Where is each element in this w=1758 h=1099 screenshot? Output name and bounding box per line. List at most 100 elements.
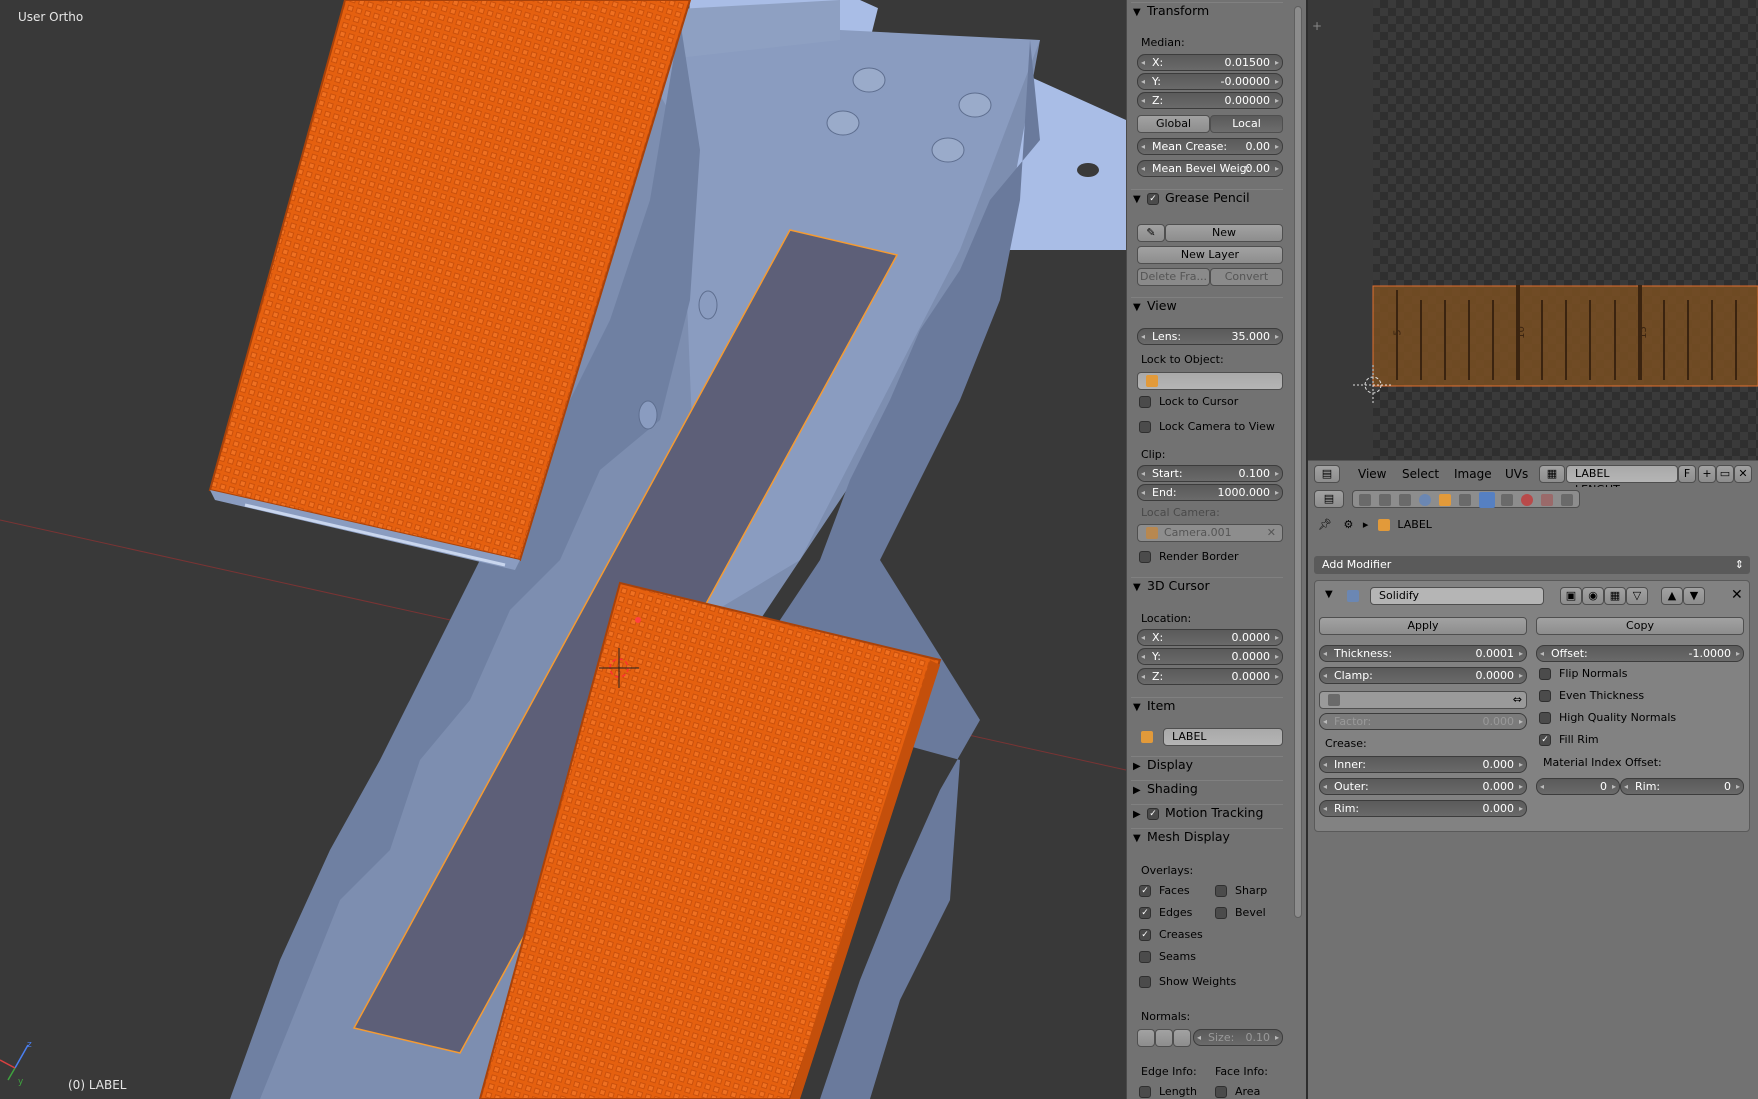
open-image-icon[interactable]: ▭ [1716, 465, 1734, 483]
delete-frame-button[interactable]: Delete Fra... [1137, 268, 1210, 286]
cursor3d-panel-header[interactable]: ▼ 3D Cursor [1131, 577, 1283, 597]
cursor-y-field[interactable]: Y:0.0000 [1137, 648, 1283, 665]
convert-button[interactable]: Convert [1210, 268, 1283, 286]
even-thickness-checkbox[interactable]: Even Thickness [1539, 689, 1644, 705]
viewport-toggle-icon[interactable]: ◉ [1582, 587, 1604, 605]
item-panel-header[interactable]: ▼ Item [1131, 697, 1283, 717]
global-toggle-button[interactable]: Global [1137, 115, 1210, 133]
particles-tab-icon[interactable] [1561, 494, 1573, 506]
fake-user-button[interactable]: F [1678, 465, 1696, 483]
vertex-normals-icon[interactable] [1137, 1029, 1155, 1047]
faces-checkbox[interactable]: ✓ Faces [1139, 884, 1190, 900]
copy-button[interactable]: Copy [1536, 617, 1744, 635]
mean-crease-field[interactable]: Mean Crease:0.00 [1137, 138, 1283, 155]
new-layer-button[interactable]: New Layer [1137, 246, 1283, 264]
apply-button[interactable]: Apply [1319, 617, 1527, 635]
cursor-x-field[interactable]: X:0.0000 [1137, 629, 1283, 646]
bevel-checkbox[interactable]: Bevel [1215, 906, 1266, 922]
editmode-toggle-icon[interactable]: ▦ [1604, 587, 1626, 605]
item-name-field[interactable]: LABEL [1163, 728, 1283, 746]
edges-checkbox[interactable]: ✓ Edges [1139, 906, 1192, 922]
seams-checkbox[interactable]: Seams [1139, 950, 1196, 966]
scene-tab-icon[interactable] [1399, 494, 1411, 506]
pencil-icon[interactable]: ✎ [1137, 224, 1165, 242]
material-rim-offset-field[interactable]: Rim:0 [1620, 778, 1744, 795]
face-normals-icon[interactable] [1173, 1029, 1191, 1047]
new-grease-pencil-button[interactable]: New [1165, 224, 1283, 242]
pin-icon[interactable]: 📌︎ [1318, 518, 1332, 531]
add-modifier-dropdown[interactable]: Add Modifier ⇕ [1314, 556, 1750, 574]
mean-bevel-field[interactable]: Mean Bevel Weig:0.00 [1137, 160, 1283, 177]
texture-tab-icon[interactable] [1541, 494, 1553, 506]
flip-normals-checkbox[interactable]: Flip Normals [1539, 667, 1627, 683]
move-down-icon[interactable]: ▼ [1683, 587, 1705, 605]
cursor-z-field[interactable]: Z:0.0000 [1137, 668, 1283, 685]
clip-end-field[interactable]: End:1000.000 [1137, 484, 1283, 501]
lock-object-field[interactable] [1137, 372, 1283, 390]
length-checkbox[interactable]: Length [1139, 1085, 1197, 1099]
material-tab-icon[interactable] [1521, 494, 1533, 506]
menu-view[interactable]: View [1358, 467, 1386, 481]
creases-checkbox[interactable]: ✓ Creases [1139, 928, 1203, 944]
collapse-modifier-icon[interactable]: ▼ [1325, 589, 1333, 600]
area-checkbox[interactable]: Area [1215, 1085, 1260, 1099]
menu-image[interactable]: Image [1454, 467, 1492, 481]
lock-camera-checkbox[interactable]: Lock Camera to View [1139, 420, 1275, 436]
menu-select[interactable]: Select [1402, 467, 1439, 481]
median-z-field[interactable]: Z:0.00000 [1137, 92, 1283, 109]
display-panel-header[interactable]: ▶ Display [1131, 756, 1283, 776]
show-weights-checkbox[interactable]: Show Weights [1139, 975, 1236, 991]
menu-uvs[interactable]: UVs [1505, 467, 1528, 481]
factor-field[interactable]: Factor:0.000 [1319, 713, 1527, 730]
data-tab-icon[interactable] [1501, 494, 1513, 506]
view-panel-header[interactable]: ▼ View [1131, 297, 1283, 317]
image-editor[interactable]: + 5 10 15 [1308, 0, 1758, 460]
image-name-field[interactable]: LABEL LENGHT.png [1566, 465, 1678, 496]
normals-size-field[interactable]: Size:0.10 [1193, 1029, 1283, 1046]
lens-field[interactable]: Lens:35.000 [1137, 328, 1283, 345]
fill-rim-checkbox[interactable]: ✓ Fill Rim [1539, 733, 1599, 749]
median-x-field[interactable]: X:0.01500 [1137, 54, 1283, 71]
render-toggle-icon[interactable]: ▣ [1560, 587, 1582, 605]
offset-field[interactable]: Offset:-1.0000 [1536, 645, 1744, 662]
object-tab-icon[interactable] [1439, 494, 1451, 506]
lock-to-cursor-checkbox[interactable]: Lock to Cursor [1139, 395, 1238, 411]
grease-pencil-panel-header[interactable]: ▼ ✓ Grease Pencil [1131, 189, 1283, 209]
invert-icon[interactable]: ⇔ [1513, 692, 1522, 708]
modifiers-tab-icon[interactable] [1479, 492, 1495, 508]
high-quality-normals-checkbox[interactable]: High Quality Normals [1539, 711, 1676, 727]
move-up-icon[interactable]: ▲ [1661, 587, 1683, 605]
cage-toggle-icon[interactable]: ▽ [1626, 587, 1648, 605]
scrollbar-thumb[interactable] [1294, 6, 1302, 918]
crease-rim-field[interactable]: Rim:0.000 [1319, 800, 1527, 817]
sidebar-scrollbar[interactable] [1290, 0, 1306, 1099]
crease-outer-field[interactable]: Outer:0.000 [1319, 778, 1527, 795]
vertex-group-field[interactable]: ⇔ [1319, 691, 1527, 709]
render-border-checkbox[interactable]: Render Border [1139, 550, 1239, 566]
local-toggle-button[interactable]: Local [1210, 115, 1283, 133]
render-layers-tab-icon[interactable] [1379, 494, 1391, 506]
thickness-field[interactable]: Thickness:0.0001 [1319, 645, 1527, 662]
constraints-tab-icon[interactable] [1459, 494, 1471, 506]
editor-type-icon[interactable]: ▤ [1314, 465, 1340, 483]
clear-x-icon[interactable]: ✕ [1267, 525, 1276, 541]
local-camera-field[interactable]: Camera.001 ✕ [1137, 524, 1283, 542]
split-normals-icon[interactable] [1155, 1029, 1173, 1047]
clamp-field[interactable]: Clamp:0.0000 [1319, 667, 1527, 684]
sharp-checkbox[interactable]: Sharp [1215, 884, 1267, 900]
clip-start-field[interactable]: Start:0.100 [1137, 465, 1283, 482]
motion-tracking-panel-header[interactable]: ▶ ✓ Motion Tracking [1131, 804, 1283, 824]
world-tab-icon[interactable] [1419, 494, 1431, 506]
modifier-name-field[interactable]: Solidify [1370, 587, 1544, 605]
mesh-display-panel-header[interactable]: ▼ Mesh Display [1131, 828, 1283, 848]
median-y-field[interactable]: Y:-0.00000 [1137, 73, 1283, 90]
properties-editor-type-icon[interactable]: ▤ [1314, 490, 1344, 508]
unlink-image-icon[interactable]: ✕ [1734, 465, 1752, 483]
new-image-icon[interactable]: + [1698, 465, 1716, 483]
crease-inner-field[interactable]: Inner:0.000 [1319, 756, 1527, 773]
remove-modifier-icon[interactable]: ✕ [1731, 587, 1743, 603]
shading-panel-header[interactable]: ▶ Shading [1131, 780, 1283, 800]
render-tab-icon[interactable] [1359, 494, 1371, 506]
transform-panel-header[interactable]: ▼ Transform [1131, 2, 1283, 22]
image-browse-icon[interactable]: ▦ [1539, 465, 1565, 483]
